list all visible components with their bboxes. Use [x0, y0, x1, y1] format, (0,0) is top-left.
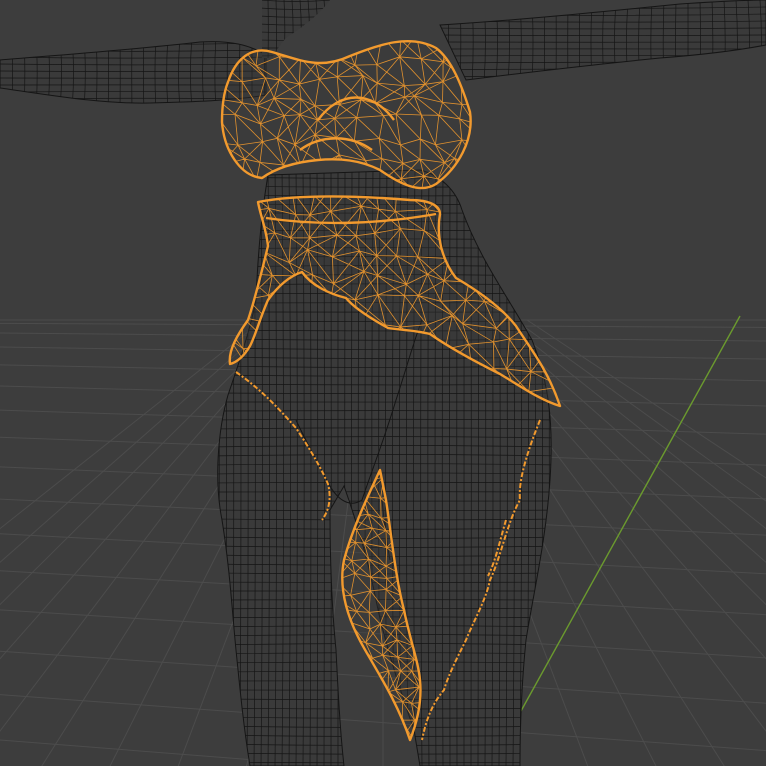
3d-viewport[interactable]	[0, 0, 766, 766]
mesh-edge	[217, 698, 552, 700]
mesh-edge	[0, 36, 270, 38]
mesh-edge	[262, 31, 330, 34]
mesh-edge	[555, 168, 556, 766]
mesh-edge	[217, 761, 552, 764]
mesh-edge	[436, 83, 766, 84]
mesh-edge	[323, 0, 326, 58]
right-arm-mesh	[436, 0, 766, 84]
viewport-canvas[interactable]	[0, 0, 766, 766]
mesh-edge	[562, 168, 563, 766]
mesh-edge	[332, 0, 333, 60]
